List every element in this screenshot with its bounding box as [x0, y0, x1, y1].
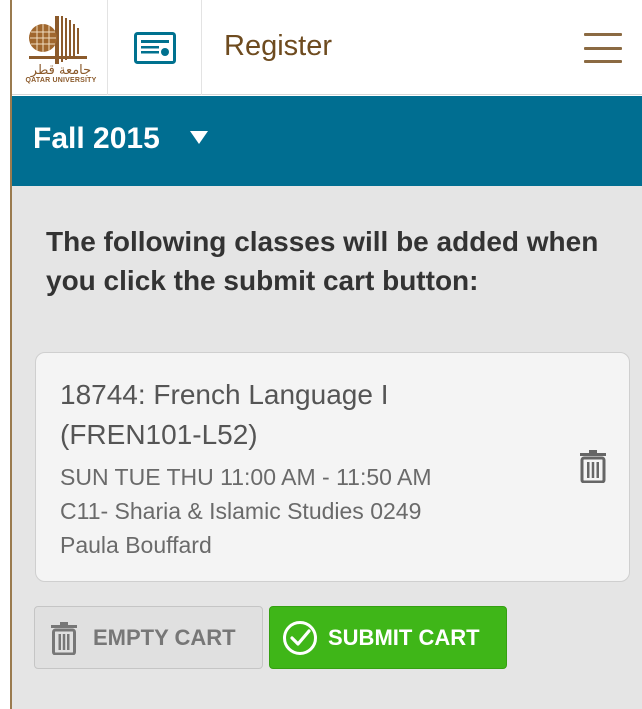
id-card-icon [133, 31, 176, 64]
term-label: Fall 2015 [33, 122, 160, 155]
hamburger-line [584, 33, 622, 36]
empty-cart-label: EMPTY CART [93, 624, 236, 650]
logo-english-text: QATAR UNIVERSITY [25, 77, 97, 84]
hamburger-line [584, 46, 622, 50]
hamburger-line [584, 60, 622, 63]
id-card-button[interactable] [108, 0, 202, 95]
logo-wordmark: جامعة قطر QATAR UNIVERSITY [20, 64, 102, 85]
class-schedule: SUN TUE THU 11:00 AM - 11:50 AM [60, 464, 432, 490]
page-title: Register [224, 30, 332, 62]
university-emblem-icon [29, 16, 87, 64]
cart-item: 18744: French Language I (FREN101-L52) S… [35, 352, 630, 582]
class-instructor: Paula Bouffard [60, 532, 212, 558]
app-frame: جامعة قطر QATAR UNIVERSITY Register Fall… [0, 0, 642, 709]
university-logo[interactable]: جامعة قطر QATAR UNIVERSITY [12, 0, 108, 95]
top-bar: جامعة قطر QATAR UNIVERSITY Register [12, 0, 642, 95]
trash-icon [51, 621, 77, 655]
logo-arabic-text: جامعة قطر [30, 63, 92, 78]
class-title: 18744: French Language I (FREN101-L52) [60, 379, 389, 450]
check-circle-icon [283, 620, 317, 655]
submit-cart-label: SUBMIT CART [328, 624, 480, 650]
left-edge [0, 0, 12, 709]
empty-cart-button[interactable]: EMPTY CART [34, 606, 263, 669]
class-location: C11- Sharia & Islamic Studies 0249 [60, 498, 422, 524]
hamburger-menu-icon[interactable] [584, 33, 622, 63]
class-details: SUN TUE THU 11:00 AM - 11:50 AM C11- Sha… [60, 460, 550, 562]
submit-cart-button[interactable]: SUBMIT CART [269, 606, 507, 669]
cart-panel: The following classes will be added when… [12, 186, 642, 709]
trash-icon[interactable] [579, 449, 607, 483]
caret-down-icon [190, 131, 208, 144]
term-selector[interactable]: Fall 2015 [12, 96, 642, 186]
cart-intro-text: The following classes will be added when… [46, 226, 599, 296]
